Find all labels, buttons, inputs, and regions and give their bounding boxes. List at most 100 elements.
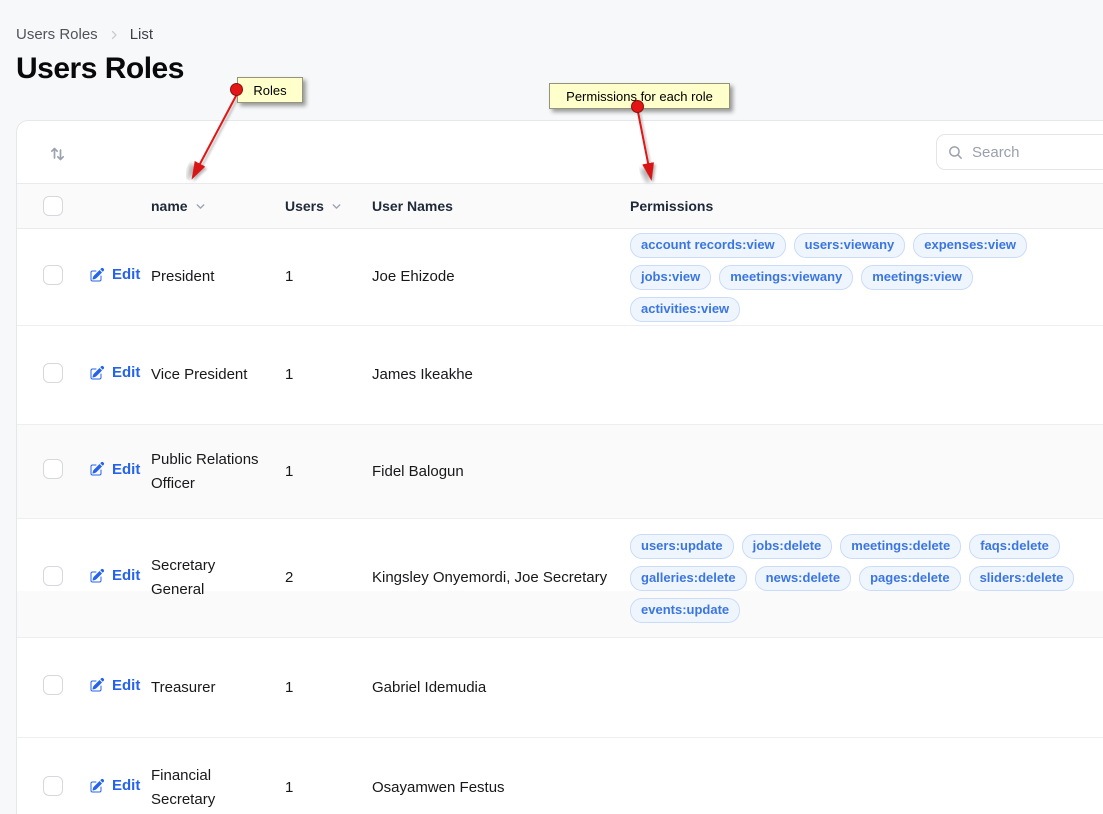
edit-button[interactable]: Edit [89, 266, 140, 283]
permission-badge: jobs:delete [742, 534, 833, 559]
users-count-cell: 1 [285, 265, 372, 289]
user-names: Gabriel Idemudia [372, 679, 486, 696]
header-name[interactable]: name [151, 198, 285, 214]
permissions-cell: account records:viewusers:viewanyexpense… [630, 233, 1082, 322]
table-header-row: name Users User Names Permissions [17, 183, 1103, 229]
user-names-cell: James Ikeakhe [372, 363, 630, 387]
table-row: Edit Vice President 1 James Ikeakhe [17, 326, 1103, 425]
row-checkbox-cell [43, 459, 89, 484]
users-count-cell: 1 [285, 460, 372, 484]
edit-label: Edit [112, 567, 140, 584]
edit-label: Edit [112, 266, 140, 283]
edit-label: Edit [112, 364, 140, 381]
row-checkbox[interactable] [43, 265, 63, 285]
pencil-square-icon [89, 677, 105, 693]
row-checkbox-cell [43, 363, 89, 388]
row-edit-cell: Edit [89, 677, 151, 699]
row-checkbox[interactable] [43, 363, 63, 383]
breadcrumb-list: List [130, 26, 153, 43]
search-box [936, 134, 1103, 170]
chevron-down-icon [194, 200, 207, 213]
users-count: 1 [285, 679, 293, 696]
breadcrumb-users-roles[interactable]: Users Roles [16, 26, 98, 43]
user-names: Kingsley Onyemordi, Joe Secretary [372, 569, 607, 586]
permission-badges: account records:viewusers:viewanyexpense… [630, 233, 1082, 322]
user-names: Osayamwen Festus [372, 779, 505, 796]
row-checkbox[interactable] [43, 776, 63, 796]
edit-label: Edit [112, 777, 140, 794]
select-all-checkbox[interactable] [43, 196, 63, 216]
role-name-cell: President [151, 265, 285, 289]
permission-badge: users:update [630, 534, 734, 559]
table-body: Edit President 1 Joe Ehizode account rec… [17, 229, 1103, 814]
permission-badge: meetings:view [861, 265, 973, 290]
role-name: President [151, 268, 214, 285]
pencil-square-icon [89, 778, 105, 794]
table-row: Edit Treasurer 1 Gabriel Idemudia [17, 638, 1103, 738]
permissions-annotation-dot [631, 100, 644, 113]
search-input[interactable] [972, 144, 1103, 161]
role-name-cell: Secretary General [151, 554, 285, 602]
table-toolbar [17, 121, 1103, 183]
header-checkbox-cell [43, 196, 89, 216]
permissions-cell: users:updatejobs:deletemeetings:deletefa… [630, 534, 1082, 623]
pencil-square-icon [89, 365, 105, 381]
row-checkbox[interactable] [43, 459, 63, 479]
edit-label: Edit [112, 461, 140, 478]
users-count: 2 [285, 569, 293, 586]
search-icon [947, 144, 964, 161]
permission-badge: meetings:delete [840, 534, 961, 559]
users-count-cell: 1 [285, 776, 372, 800]
edit-button[interactable]: Edit [89, 677, 140, 694]
row-edit-cell: Edit [89, 777, 151, 799]
header-permissions: Permissions [630, 198, 1082, 214]
permission-badge: activities:view [630, 297, 740, 322]
user-names: James Ikeakhe [372, 366, 473, 383]
permission-badge: jobs:view [630, 265, 711, 290]
page-title: Users Roles [16, 52, 184, 86]
table-card: name Users User Names Permissions [16, 120, 1103, 814]
users-count: 1 [285, 366, 293, 383]
sort-arrows-icon [48, 143, 68, 163]
row-checkbox-cell [43, 776, 89, 801]
users-count-cell: 1 [285, 363, 372, 387]
role-name: Treasurer [151, 679, 215, 696]
role-name: Public Relations Officer [151, 451, 259, 492]
role-name: Financial Secretary [151, 767, 215, 808]
permission-badge: pages:delete [859, 566, 960, 591]
header-users[interactable]: Users [285, 198, 372, 214]
table-row: Edit Financial Secretary 1 Osayamwen Fes… [17, 738, 1103, 814]
row-checkbox[interactable] [43, 675, 63, 695]
user-names-cell: Fidel Balogun [372, 460, 630, 484]
role-name-cell: Financial Secretary [151, 764, 285, 812]
permission-badge: account records:view [630, 233, 786, 258]
breadcrumb: Users Roles List [16, 26, 153, 43]
edit-button[interactable]: Edit [89, 567, 140, 584]
row-checkbox[interactable] [43, 566, 63, 586]
permission-badge: news:delete [755, 566, 851, 591]
edit-button[interactable]: Edit [89, 777, 140, 794]
user-names-cell: Gabriel Idemudia [372, 676, 630, 700]
sort-button[interactable] [45, 140, 71, 166]
users-count: 1 [285, 268, 293, 285]
users-count: 1 [285, 779, 293, 796]
permission-badge: events:update [630, 598, 740, 623]
user-names: Joe Ehizode [372, 268, 455, 285]
permission-badge: sliders:delete [969, 566, 1075, 591]
table-row: Edit Secretary General 2 Kingsley Onyemo… [17, 519, 1103, 638]
pencil-square-icon [89, 267, 105, 283]
permission-badges: users:updatejobs:deletemeetings:deletefa… [630, 534, 1082, 623]
users-count-cell: 2 [285, 566, 372, 590]
users-count-cell: 1 [285, 676, 372, 700]
row-edit-cell: Edit [89, 266, 151, 288]
edit-button[interactable]: Edit [89, 364, 140, 381]
edit-button[interactable]: Edit [89, 461, 140, 478]
user-names: Fidel Balogun [372, 463, 464, 480]
user-names-cell: Kingsley Onyemordi, Joe Secretary [372, 566, 630, 590]
user-names-cell: Osayamwen Festus [372, 776, 630, 800]
table-row: Edit Public Relations Officer 1 Fidel Ba… [17, 425, 1103, 519]
pencil-square-icon [89, 461, 105, 477]
row-checkbox-cell [43, 675, 89, 700]
permission-badge: meetings:viewany [719, 265, 853, 290]
role-name: Vice President [151, 366, 247, 383]
